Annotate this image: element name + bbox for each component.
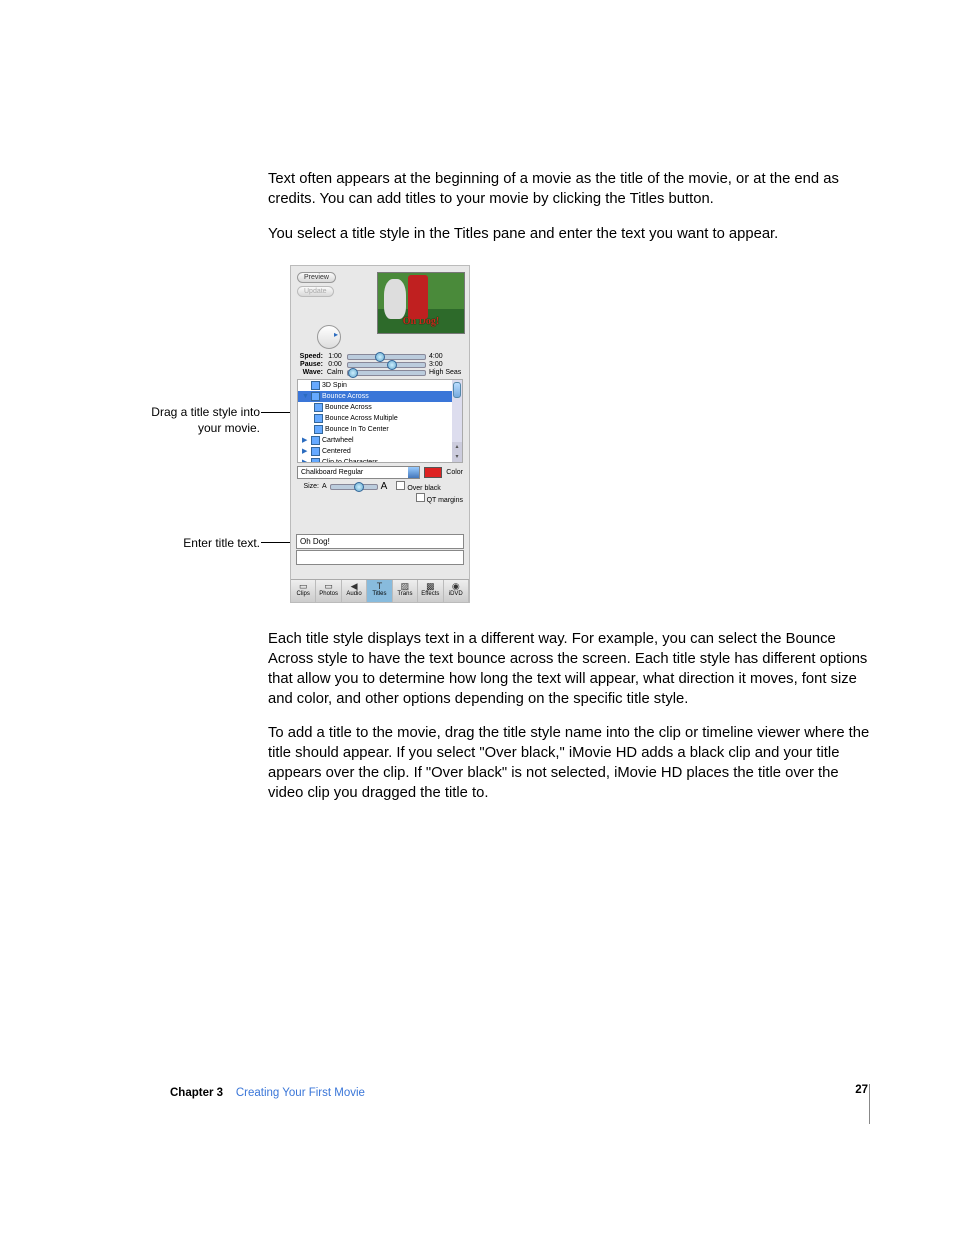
- over-black-checkbox[interactable]: [396, 481, 405, 490]
- chapter-title: Creating Your First Movie: [236, 1087, 365, 1099]
- title-text-input[interactable]: Oh Dog!: [296, 534, 464, 549]
- size-small-icon: A: [322, 483, 327, 490]
- titles-pane: Preview Update Oh Dog! Speed: 1:00 4:00 …: [290, 265, 470, 603]
- tab-effects[interactable]: ▩Effects: [418, 580, 443, 602]
- photos-icon: ▭: [316, 581, 340, 591]
- style-icon: [314, 425, 323, 434]
- titles-icon: T: [367, 581, 391, 591]
- style-icon: [314, 403, 323, 412]
- style-icon: [311, 447, 320, 456]
- wave-slider[interactable]: Wave: Calm High Seas: [297, 369, 463, 376]
- preview-title-text: Oh Dog!: [403, 316, 439, 327]
- font-select[interactable]: Chalkboard Regular: [297, 466, 420, 479]
- tab-clips[interactable]: ▭Clips: [291, 580, 316, 602]
- style-icon: [311, 458, 320, 463]
- callout-line: [261, 412, 291, 413]
- callout-drag-style: Drag a title style into your movie.: [150, 404, 260, 436]
- subtitle-text-input[interactable]: [296, 550, 464, 565]
- tab-idvd[interactable]: ◉iDVD: [444, 580, 469, 602]
- effects-icon: ▩: [418, 581, 442, 591]
- title-style-list[interactable]: 3D Spin ▼Bounce Across Bounce Across Bou…: [297, 379, 463, 463]
- style-icon: [311, 436, 320, 445]
- body-paragraph: To add a title to the movie, drag the ti…: [268, 724, 870, 804]
- tab-audio[interactable]: ◀Audio: [342, 580, 367, 602]
- preview-button[interactable]: Preview: [297, 272, 336, 283]
- style-icon: [314, 414, 323, 423]
- update-button[interactable]: Update: [297, 286, 334, 297]
- title-preview: Oh Dog!: [377, 272, 465, 334]
- size-slider[interactable]: [330, 484, 378, 490]
- size-label: Size:: [297, 483, 319, 490]
- callout-line: [261, 542, 291, 543]
- direction-control[interactable]: [317, 325, 341, 349]
- audio-icon: ◀: [342, 581, 366, 591]
- trans-icon: ▨: [393, 581, 417, 591]
- tab-titles[interactable]: TTitles: [367, 580, 392, 602]
- callout-enter-text: Enter title text.: [150, 535, 260, 551]
- list-scrollbar[interactable]: ▴▾: [452, 380, 462, 462]
- body-paragraph: Each title style displays text in a diff…: [268, 630, 870, 710]
- idvd-icon: ◉: [444, 581, 468, 591]
- qt-margins-checkbox[interactable]: [416, 493, 425, 502]
- style-icon: [311, 381, 320, 390]
- tab-trans[interactable]: ▨Trans: [393, 580, 418, 602]
- speed-slider[interactable]: Speed: 1:00 4:00: [297, 353, 463, 360]
- chapter-label: Chapter 3: [170, 1087, 223, 1099]
- clips-icon: ▭: [291, 581, 315, 591]
- body-paragraph: Text often appears at the beginning of a…: [268, 170, 870, 210]
- size-large-icon: A: [381, 481, 388, 492]
- body-paragraph: You select a title style in the Titles p…: [268, 225, 870, 245]
- tab-photos[interactable]: ▭Photos: [316, 580, 341, 602]
- tool-tabs: ▭Clips ▭Photos ◀Audio TTitles ▨Trans ▩Ef…: [291, 579, 469, 602]
- color-label: Color: [446, 469, 463, 476]
- style-icon: [311, 392, 320, 401]
- pause-slider[interactable]: Pause: 0:00 3:00: [297, 361, 463, 368]
- page-footer: Chapter 3 Creating Your First Movie: [170, 1084, 870, 1124]
- color-swatch[interactable]: [424, 467, 442, 478]
- page-number: 27: [855, 1084, 868, 1096]
